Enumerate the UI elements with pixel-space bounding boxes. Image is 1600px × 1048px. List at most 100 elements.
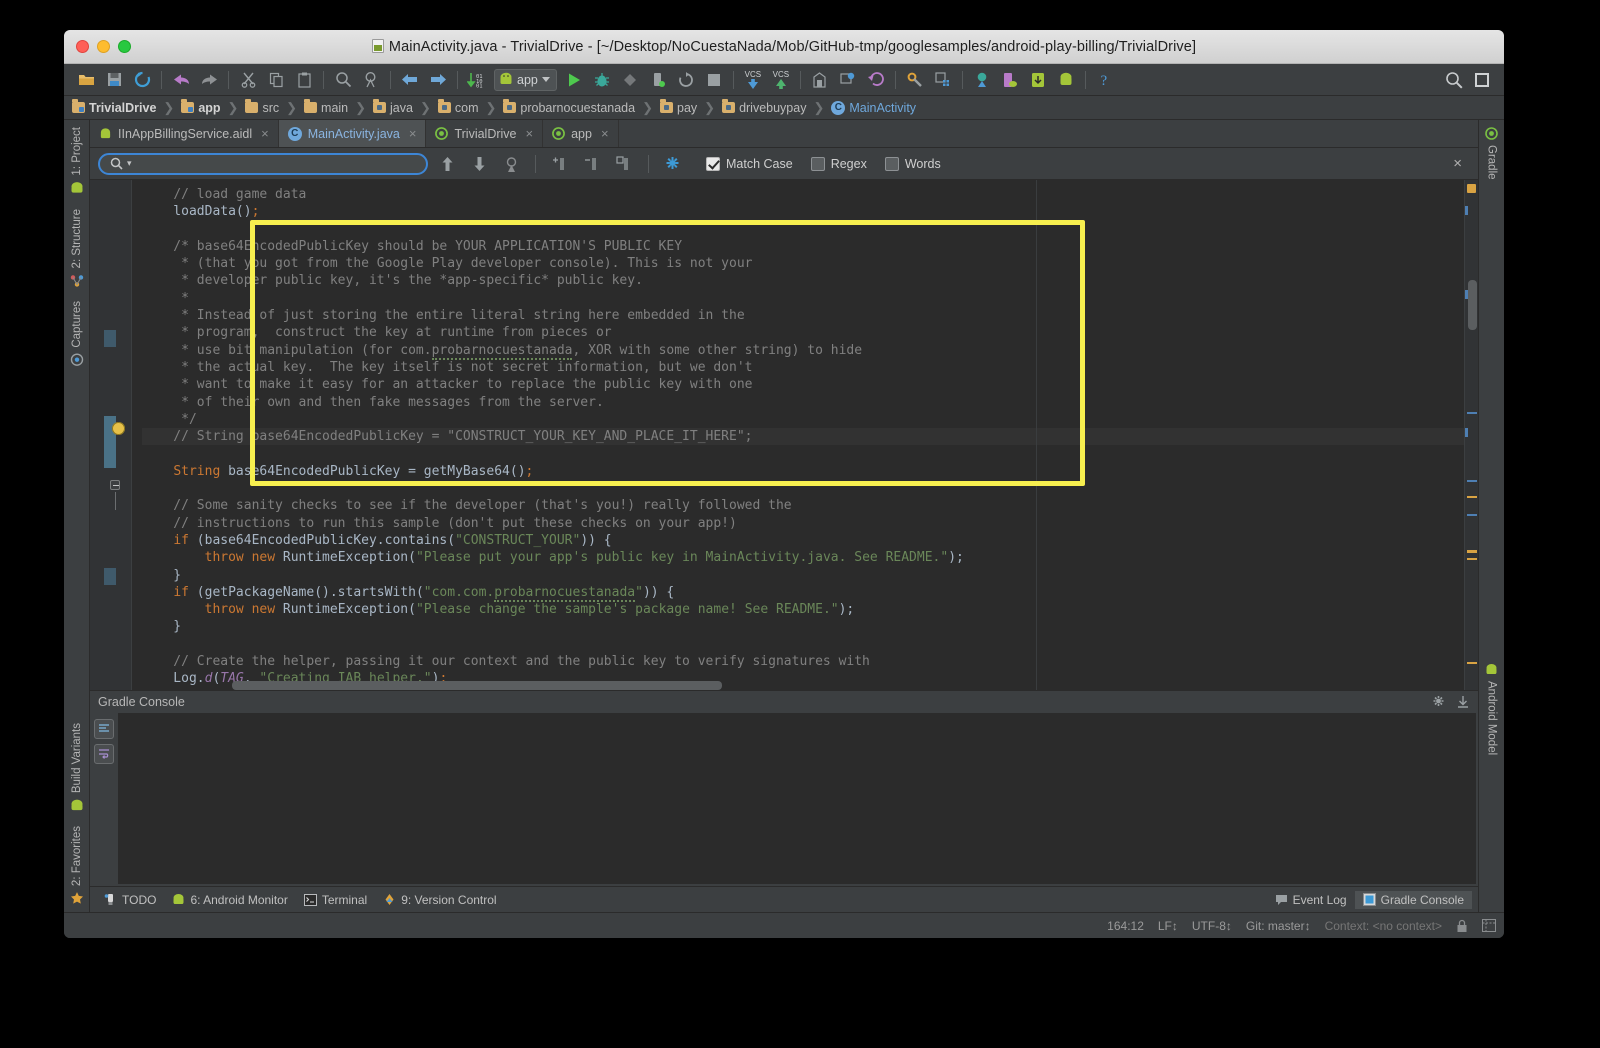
find-next-icon[interactable] xyxy=(466,152,492,176)
sidebar-item-captures[interactable]: Captures xyxy=(70,294,84,374)
code-line[interactable]: // instructions to run this sample (don'… xyxy=(142,515,1464,532)
words-checkbox[interactable]: Words xyxy=(884,156,941,171)
code-line[interactable]: loadData(); xyxy=(142,203,1464,220)
code-line[interactable]: * Instead of just storing the entire lit… xyxy=(142,307,1464,324)
line-separator-indicator[interactable]: LF↕ xyxy=(1158,919,1178,933)
bottom-item-android-monitor[interactable]: 6: Android Monitor xyxy=(164,891,295,909)
copy-icon[interactable] xyxy=(263,68,289,92)
code-line[interactable] xyxy=(142,445,1464,462)
code-line[interactable]: // Create the helper, passing it our con… xyxy=(142,653,1464,670)
close-find-bar-icon[interactable]: × xyxy=(1453,155,1470,172)
code-fold-icon[interactable] xyxy=(110,480,120,490)
window-controls[interactable] xyxy=(64,40,131,53)
regex-checkbox[interactable]: Regex xyxy=(810,156,867,171)
redo-icon[interactable] xyxy=(196,68,222,92)
code-line[interactable]: * xyxy=(142,290,1464,307)
find-prev-icon[interactable] xyxy=(434,152,460,176)
sidebar-item-android-model[interactable]: Android Model xyxy=(1485,656,1498,762)
find-usages-icon[interactable] xyxy=(358,68,384,92)
project-structure-icon[interactable] xyxy=(902,68,928,92)
breadcrumb-item-src[interactable]: src xyxy=(243,99,281,115)
code-line[interactable]: if (base64EncodedPublicKey.contains("CON… xyxy=(142,532,1464,549)
breadcrumb-item-trivialdrive[interactable]: TrivialDrive xyxy=(70,99,158,115)
close-icon[interactable]: × xyxy=(409,126,417,141)
breadcrumb-item-java[interactable]: java xyxy=(371,99,415,115)
code-line[interactable]: * (that you got from the Google Play dev… xyxy=(142,255,1464,272)
tab-mainactivity-java[interactable]: C MainActivity.java × xyxy=(278,120,427,147)
select-all-occurrences-icon[interactable] xyxy=(498,152,524,176)
code-line[interactable] xyxy=(142,636,1464,653)
code-line[interactable] xyxy=(142,221,1464,238)
vertical-scrollbar[interactable] xyxy=(1468,280,1477,330)
code-line[interactable]: throw new RuntimeException("Please put y… xyxy=(142,549,1464,566)
code-line[interactable]: * program, construct the key at runtime … xyxy=(142,324,1464,341)
breadcrumb-item-mainactivity[interactable]: C MainActivity xyxy=(829,100,918,115)
code-line[interactable]: // load game data xyxy=(142,186,1464,203)
layout-inspector-icon[interactable] xyxy=(1482,919,1496,932)
horizontal-scrollbar[interactable] xyxy=(232,681,722,690)
avd-manager-icon[interactable] xyxy=(807,68,833,92)
close-icon[interactable]: × xyxy=(261,126,269,141)
monitor-icon[interactable] xyxy=(969,68,995,92)
editor-gutter[interactable] xyxy=(90,180,132,690)
code-line[interactable]: } xyxy=(142,567,1464,584)
caret-position[interactable]: 164:12 xyxy=(1107,919,1144,933)
search-input[interactable] xyxy=(135,156,416,171)
add-line-icon[interactable] xyxy=(547,152,573,176)
hide-icon[interactable] xyxy=(1456,695,1470,709)
breadcrumb-item-probarnocuestanada[interactable]: probarnocuestanada xyxy=(501,99,637,115)
lock-icon[interactable] xyxy=(1456,919,1468,933)
error-stripe-gutter[interactable] xyxy=(1464,180,1478,690)
revert-icon[interactable] xyxy=(863,68,889,92)
breadcrumb-item-drivebuypay[interactable]: drivebuypay xyxy=(720,99,808,115)
close-icon[interactable]: × xyxy=(601,126,609,141)
code-line[interactable]: } xyxy=(142,618,1464,635)
code-line[interactable]: /* base64EncodedPublicKey should be YOUR… xyxy=(142,238,1464,255)
code-line[interactable] xyxy=(142,480,1464,497)
help-icon[interactable]: ? xyxy=(1092,68,1118,92)
breadcrumb-item-pay[interactable]: pay xyxy=(658,99,699,115)
rerun-icon[interactable] xyxy=(673,68,699,92)
save-all-icon[interactable] xyxy=(101,68,127,92)
coverage-icon[interactable] xyxy=(617,68,643,92)
maximize-window-button[interactable] xyxy=(118,40,131,53)
checkbox-indicator[interactable] xyxy=(810,156,825,171)
code-line[interactable]: throw new RuntimeException("Please chang… xyxy=(142,601,1464,618)
undo-icon[interactable] xyxy=(168,68,194,92)
settings-icon[interactable] xyxy=(1432,695,1446,709)
close-icon[interactable]: × xyxy=(526,126,534,141)
search-history-chevron-icon[interactable]: ▾ xyxy=(127,158,132,169)
match-case-checkbox[interactable]: Match Case xyxy=(706,156,793,171)
breadcrumb-item-app[interactable]: app xyxy=(179,99,222,115)
sdk-manager-icon[interactable] xyxy=(835,68,861,92)
breadcrumb-item-main[interactable]: main xyxy=(302,99,350,115)
back-icon[interactable] xyxy=(397,68,423,92)
sidebar-item-structure[interactable]: 2: Structure xyxy=(70,202,84,294)
debug-icon[interactable] xyxy=(589,68,615,92)
code-editor-text[interactable]: // load game data loadData(); /* base64E… xyxy=(132,180,1464,690)
open-folder-icon[interactable] xyxy=(73,68,99,92)
breadcrumb-item-com[interactable]: com xyxy=(436,99,481,115)
code-line[interactable]: * of their own and then fake messages fr… xyxy=(142,394,1464,411)
forward-icon[interactable] xyxy=(425,68,451,92)
checkbox-indicator[interactable] xyxy=(706,156,720,171)
gradle-sync-icon[interactable] xyxy=(930,68,956,92)
layout-inspector-icon[interactable] xyxy=(1469,68,1495,92)
scroll-to-end-icon[interactable] xyxy=(94,719,114,739)
vcs-update-icon[interactable]: VCS xyxy=(740,68,766,92)
find-icon[interactable] xyxy=(330,68,356,92)
code-line[interactable]: * developer public key, it's the *app-sp… xyxy=(142,272,1464,289)
tab-app[interactable]: app × xyxy=(543,120,619,147)
bottom-item-event-log[interactable]: Event Log xyxy=(1267,891,1355,909)
tab-iinappbillingservice-aidl[interactable]: IInAppBillingService.aidl × xyxy=(90,120,279,147)
attach-debugger-icon[interactable] xyxy=(645,68,671,92)
code-line[interactable]: String base64EncodedPublicKey = getMyBas… xyxy=(142,463,1464,480)
bottom-item-terminal[interactable]: Terminal xyxy=(296,891,375,909)
code-line[interactable]: */ xyxy=(142,411,1464,428)
soft-wrap-icon[interactable] xyxy=(94,744,114,764)
encoding-indicator[interactable]: UTF-8↕ xyxy=(1192,919,1232,933)
remove-line-icon[interactable] xyxy=(579,152,605,176)
cut-icon[interactable] xyxy=(235,68,261,92)
run-icon[interactable] xyxy=(561,68,587,92)
vcs-commit-icon[interactable]: VCS xyxy=(768,68,794,92)
